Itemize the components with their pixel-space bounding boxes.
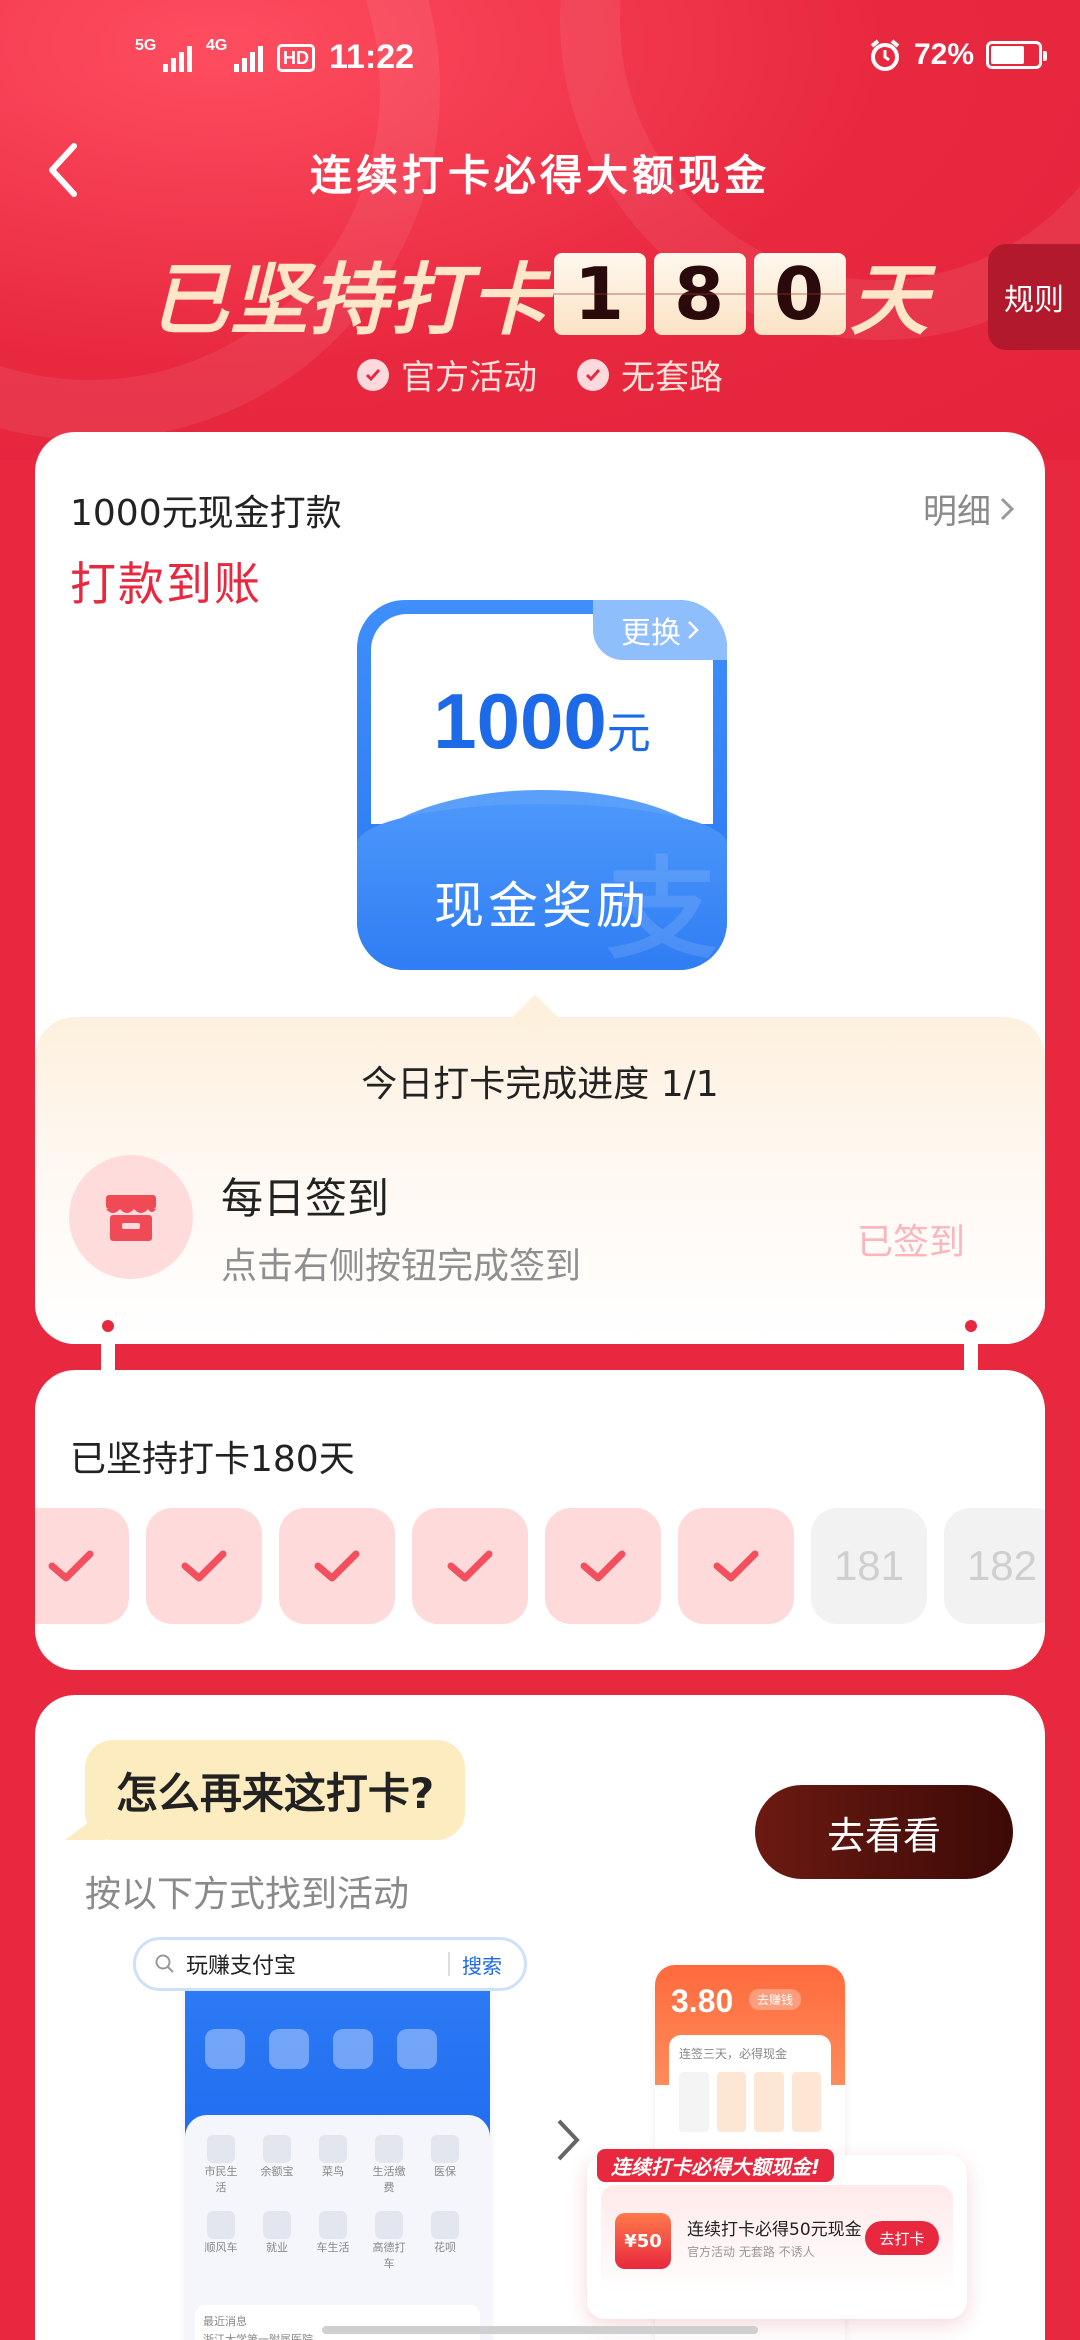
hero-header: 5G 4G HD 11:22 72% 连续打卡必得大额现金 已坚持打卡 1 8 … xyxy=(0,0,1080,460)
streak-digit: 8 xyxy=(654,253,746,335)
signal-5g-icon: 5G xyxy=(135,37,192,72)
signal-4g-icon: 4G xyxy=(206,37,263,72)
details-label: 明细 xyxy=(923,492,991,532)
trust-badges: 官方活动 无套路 xyxy=(0,350,1080,399)
search-icon xyxy=(155,1954,174,1973)
popup-subtitle: 官方活动 无套路 不诱人 xyxy=(687,2245,815,2259)
reward-label: 现金奖励 xyxy=(434,877,650,935)
preview-popup: ¥50 连续打卡必得50元现金 官方活动 无套路 不诱人 去打卡 连续打卡必得大… xyxy=(587,2149,967,2319)
rules-button[interactable]: 规则 xyxy=(988,244,1080,350)
check-icon xyxy=(447,1550,493,1582)
popup-title: 连续打卡必得50元现金 xyxy=(687,2220,862,2240)
status-bar: 5G 4G HD 11:22 72% xyxy=(0,0,1080,120)
streak-digit: 0 xyxy=(754,253,846,335)
badge-label: 官方活动 xyxy=(401,358,537,398)
streak-card: 已坚持打卡180天 181 182 xyxy=(35,1370,1045,1670)
preview-price: 3.80 xyxy=(671,1983,734,2019)
day-checked xyxy=(678,1508,794,1624)
chevron-right-icon xyxy=(688,621,699,639)
swap-reward-button[interactable]: 更换 xyxy=(593,600,727,660)
popup-inner: ¥50 连续打卡必得50元现金 官方活动 无套路 不诱人 去打卡 xyxy=(601,2185,953,2295)
today-progress-section: 今日打卡完成进度 1/1 每日签到 点击右侧按钮完成签到 已签到 xyxy=(35,1017,1045,1344)
preview-panel: 市民生活 余额宝 菜鸟 生活缴费 医保 顺风车 就业 车生活 高德打车 花呗 最… xyxy=(185,2115,490,2340)
day-future: 182 xyxy=(944,1508,1045,1624)
checked-in-button[interactable]: 已签到 xyxy=(857,1213,965,1265)
check-circle-icon xyxy=(577,358,609,391)
preview-tag: 去赚钱 xyxy=(749,1989,802,2010)
go-look-button[interactable]: 去看看 xyxy=(755,1785,1013,1879)
battery-icon xyxy=(986,41,1047,69)
status-time: 11:22 xyxy=(329,38,415,76)
store-icon xyxy=(69,1155,193,1279)
preview-search-button: 搜索 xyxy=(462,1953,502,1978)
streak-headline: 已坚持打卡 1 8 0 天 xyxy=(0,238,1080,350)
cash-reward-tile: 支 1000元 现金奖励 更换 xyxy=(357,600,727,970)
badge-label: 无套路 xyxy=(621,358,723,398)
badge-official: 官方活动 xyxy=(357,350,537,399)
streak-prefix: 已坚持打卡 xyxy=(149,256,550,346)
amount-unit: 元 xyxy=(606,709,651,758)
preview-service-grid: 市民生活 余额宝 菜鸟 生活缴费 医保 顺风车 就业 车生活 高德打车 花呗 xyxy=(201,2135,465,2271)
day-checked xyxy=(545,1508,661,1624)
hd-voice-icon: HD xyxy=(277,43,315,72)
day-checked xyxy=(279,1508,395,1624)
alarm-icon xyxy=(870,39,900,71)
streak-digit: 1 xyxy=(554,253,646,335)
check-icon xyxy=(713,1550,759,1582)
progress-text: 今日打卡完成进度 1/1 xyxy=(361,1064,719,1105)
day-checked xyxy=(35,1508,129,1624)
check-icon xyxy=(314,1550,360,1582)
popup-money-icon: ¥50 xyxy=(615,2213,671,2269)
details-link[interactable]: 明细 xyxy=(923,484,1015,533)
alipay-home-preview: 市民生活 余额宝 菜鸟 生活缴费 医保 顺风车 就业 车生活 高德打车 花呗 最… xyxy=(185,1965,490,2340)
battery-level xyxy=(991,46,1025,64)
battery-percent: 72% xyxy=(913,38,974,71)
popup-ribbon: 连续打卡必得大额现金! xyxy=(597,2149,835,2182)
chevron-right-icon xyxy=(1000,497,1015,520)
streak-title: 已坚持打卡180天 xyxy=(70,1439,355,1480)
swap-label: 更换 xyxy=(621,616,681,651)
paid-status: 打款到账 xyxy=(70,557,262,611)
day-checked xyxy=(146,1508,262,1624)
preview-box: 连签三天，必得现金 xyxy=(669,2035,831,2155)
preview-search-bar: 玩赚支付宝 搜索 xyxy=(133,1937,527,1991)
streak-suffix: 天 xyxy=(850,256,931,346)
question-bubble: 怎么再来这打卡? xyxy=(85,1740,465,1840)
check-icon xyxy=(48,1550,94,1582)
preview-news: 最近消息 浙江大学第一附属医院 xyxy=(195,2305,480,2340)
reward-amount: 1000元 xyxy=(357,676,727,767)
preview-icon-row xyxy=(205,2029,437,2069)
howto-subtitle: 按以下方式找到活动 xyxy=(85,1874,410,1915)
day-future: 181 xyxy=(811,1508,927,1624)
check-circle-icon xyxy=(357,358,389,391)
day-strip[interactable]: 181 182 xyxy=(35,1508,1045,1624)
badge-no-tricks: 无套路 xyxy=(577,350,723,399)
preview-search-text: 玩赚支付宝 xyxy=(186,1954,297,1979)
home-indicator[interactable] xyxy=(322,2326,758,2334)
amount-value: 1000 xyxy=(433,677,607,765)
check-icon xyxy=(181,1550,227,1582)
day-checked xyxy=(412,1508,528,1624)
reward-title: 1000元现金打款 xyxy=(70,493,342,534)
task-title: 每日签到 xyxy=(221,1174,390,1223)
reward-card: 1000元现金打款 明细 打款到账 支 1000元 现金奖励 更换 今日打卡完成… xyxy=(35,432,1045,1344)
task-subtitle: 点击右侧按钮完成签到 xyxy=(221,1246,582,1287)
popup-button: 去打卡 xyxy=(865,2221,939,2255)
check-icon xyxy=(580,1550,626,1582)
howto-card: 怎么再来这打卡? 按以下方式找到活动 去看看 市民生活 余额宝 菜鸟 生活缴费 … xyxy=(35,1695,1045,2340)
chevron-right-icon xyxy=(557,2119,580,2161)
page-title: 连续打卡必得大额现金 xyxy=(309,151,770,200)
